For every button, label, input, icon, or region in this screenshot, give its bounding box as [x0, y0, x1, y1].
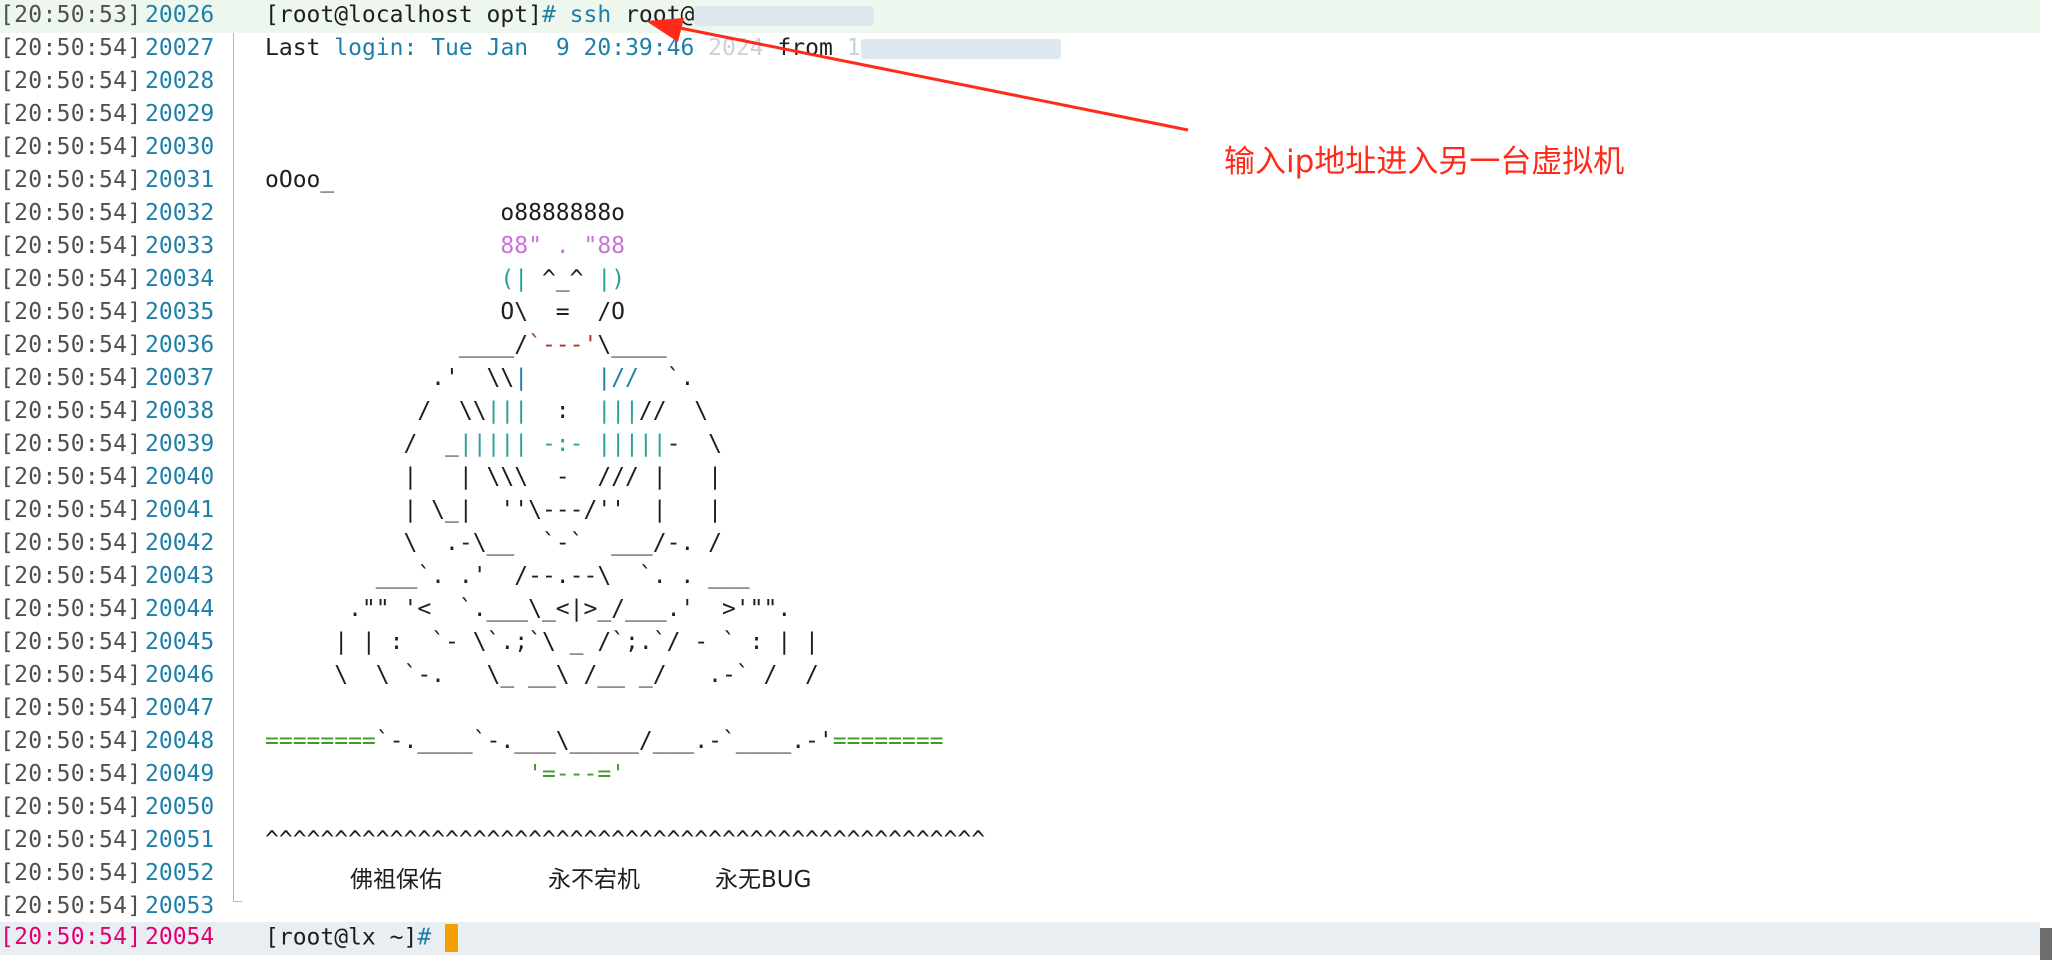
annotation-arrow: [646, 18, 1189, 132]
terminal-view[interactable]: [20:50:53] 20026 [root@localhost opt]# s…: [0, 0, 2053, 961]
annotation-label: 输入ip地址进入另一台虚拟机: [1224, 144, 1625, 180]
